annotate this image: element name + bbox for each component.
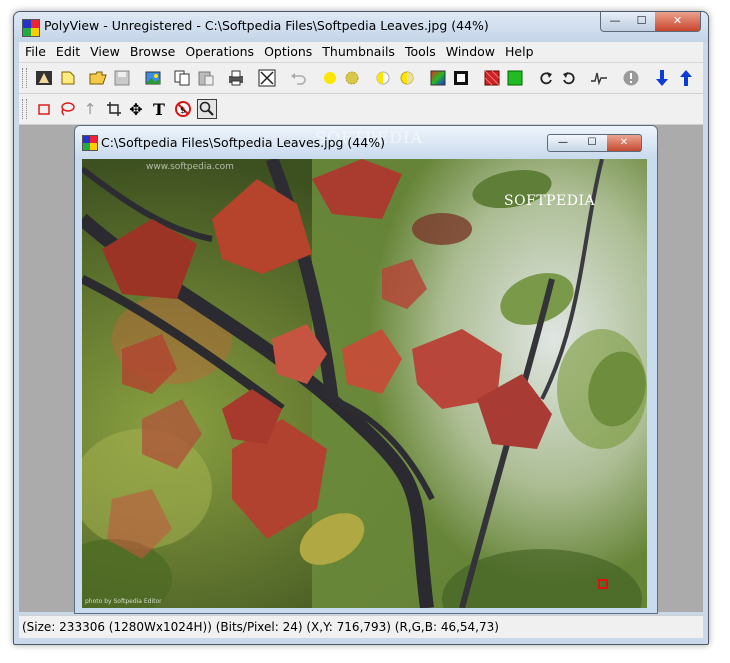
maximize-button[interactable]: ☐: [628, 12, 656, 32]
menu-operations[interactable]: Operations: [181, 42, 258, 62]
contrast-down-icon[interactable]: [398, 69, 416, 87]
brightness-down-icon[interactable]: [343, 69, 361, 87]
arrow-up-icon[interactable]: [677, 69, 695, 87]
menu-edit[interactable]: Edit: [52, 42, 84, 62]
menu-file[interactable]: File: [21, 42, 50, 62]
window-title: PolyView - Unregistered - C:\Softpedia F…: [44, 18, 489, 33]
open-folder-icon[interactable]: [89, 69, 107, 87]
menu-browse[interactable]: Browse: [126, 42, 180, 62]
image-close-button[interactable]: ✕: [607, 134, 642, 152]
invert-icon[interactable]: [452, 69, 470, 87]
menu-thumbnails[interactable]: Thumbnails: [318, 42, 399, 62]
close-button[interactable]: ✕: [655, 12, 701, 32]
brightness-up-icon[interactable]: [321, 69, 339, 87]
menu-tools[interactable]: Tools: [401, 42, 440, 62]
menu-bar: File Edit View Browse Operations Options Thumb…: [19, 42, 703, 63]
arrow-down-icon[interactable]: [653, 69, 671, 87]
rect-select-icon[interactable]: [35, 100, 53, 118]
toolbar-grip[interactable]: [22, 99, 27, 119]
fit-icon[interactable]: [258, 69, 276, 87]
status-text: (Size: 233306 (1280Wx1024H)) (Bits/Pixel…: [22, 620, 499, 634]
undo-icon[interactable]: [289, 69, 307, 87]
copy-icon[interactable]: [173, 69, 191, 87]
tools-toolbar: ↑ ✥ T $: [19, 94, 703, 125]
image-window-title: C:\Softpedia Files\Softpedia Leaves.jpg …: [101, 135, 385, 150]
crop-tool-icon[interactable]: [105, 100, 123, 118]
leaves-photo: [82, 159, 647, 608]
no-tool-icon[interactable]: $: [174, 100, 192, 118]
status-bar: (Size: 233306 (1280Wx1024H)) (Bits/Pixel…: [19, 615, 703, 638]
document-icon[interactable]: [82, 135, 98, 151]
image-maximize-button[interactable]: ☐: [577, 134, 608, 152]
toolbar-grip[interactable]: [22, 68, 27, 88]
acquire-icon[interactable]: [35, 69, 53, 87]
lasso-select-icon[interactable]: [58, 100, 76, 118]
image-canvas[interactable]: www.softpedia.com SOFTPEDIA photo by Sof…: [82, 159, 647, 608]
menu-options[interactable]: Options: [260, 42, 316, 62]
paste-icon[interactable]: [197, 69, 215, 87]
new-icon[interactable]: [59, 69, 77, 87]
polyview-app-icon[interactable]: [22, 19, 40, 37]
text-tool-icon[interactable]: T: [150, 100, 168, 119]
color-balance-icon[interactable]: [429, 69, 447, 87]
histogram-icon[interactable]: [590, 69, 608, 87]
save-icon[interactable]: [113, 69, 131, 87]
green-channel-icon[interactable]: [506, 69, 524, 87]
contrast-up-icon[interactable]: [374, 69, 392, 87]
image-icon[interactable]: [144, 69, 162, 87]
main-toolbar: [19, 63, 703, 94]
image-minimize-button[interactable]: —: [547, 134, 579, 152]
menu-window[interactable]: Window: [442, 42, 499, 62]
watermark-brand: SOFTPEDIA: [504, 193, 596, 209]
move-tool-icon[interactable]: ✥: [127, 100, 145, 119]
menu-help[interactable]: Help: [501, 42, 538, 62]
minimize-button[interactable]: —: [600, 12, 630, 32]
red-channel-icon[interactable]: [483, 69, 501, 87]
watermark-credit: photo by Softpedia Editor: [85, 598, 162, 605]
image-document-window: SOFTPEDIA C:\Softpedia Files\Softpedia L…: [74, 125, 658, 614]
zoom-tool-icon[interactable]: [197, 99, 217, 119]
menu-view[interactable]: View: [86, 42, 124, 62]
svg-text:$: $: [180, 106, 186, 116]
app-window: PolyView - Unregistered - C:\Softpedia F…: [13, 11, 709, 645]
arrow-tool-icon[interactable]: ↑: [81, 100, 99, 118]
rotate-right-icon[interactable]: [537, 69, 555, 87]
print-icon[interactable]: [227, 69, 245, 87]
rotate-left-icon[interactable]: [560, 69, 578, 87]
info-icon[interactable]: [622, 69, 640, 87]
mdi-workspace: SOFTPEDIA C:\Softpedia Files\Softpedia L…: [19, 125, 703, 614]
watermark-url: www.softpedia.com: [146, 162, 234, 172]
